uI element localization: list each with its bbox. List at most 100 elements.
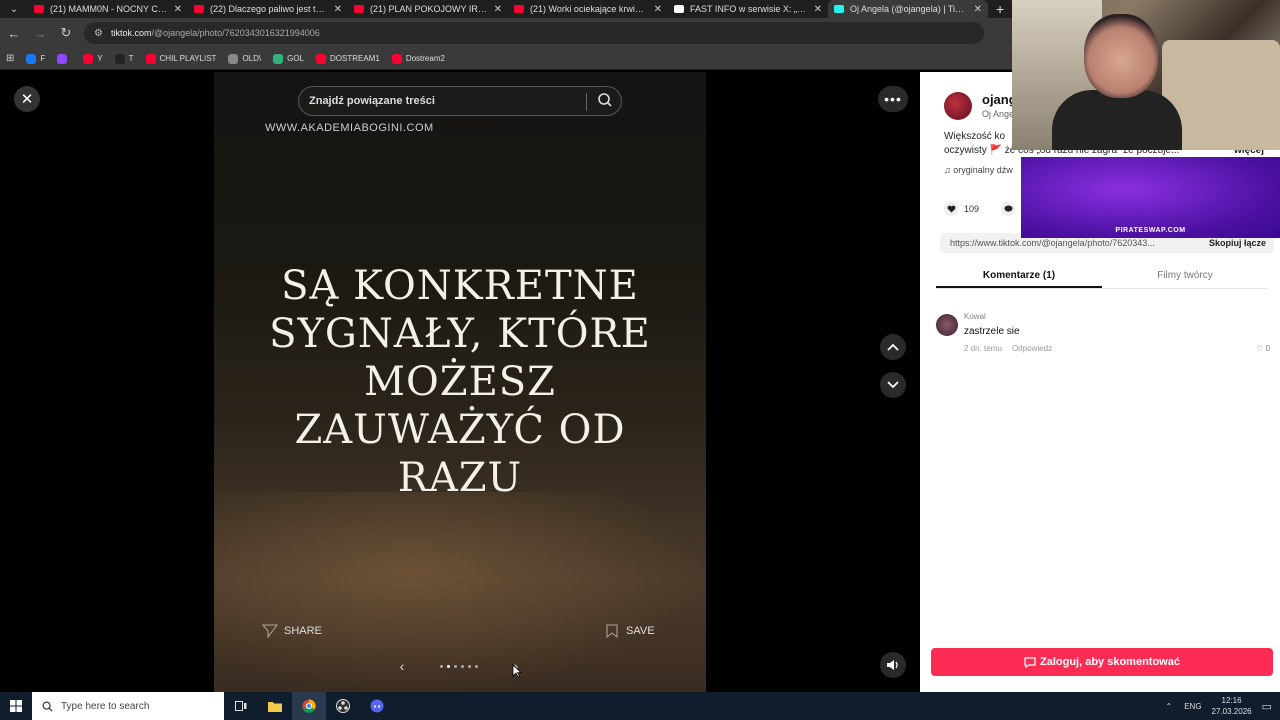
bookmark-favicon-icon	[273, 53, 284, 64]
browser-tab[interactable]: FAST INFO w serwisie X: „Minist ✕	[668, 0, 828, 18]
bookmark-item[interactable]: Dostream2	[391, 53, 445, 64]
share-link-url: https://www.tiktok.com/@ojangela/photo/7…	[950, 238, 1155, 248]
chrome-button[interactable]	[292, 692, 326, 720]
back-button[interactable]: ←	[2, 21, 26, 45]
apps-grid-icon[interactable]: ⊞	[6, 53, 14, 64]
bookmark-favicon-icon	[316, 53, 327, 64]
share-label: SHARE	[284, 625, 322, 637]
bookmark-favicon-icon	[228, 53, 239, 64]
discord-button[interactable]	[360, 692, 394, 720]
volume-button[interactable]	[880, 652, 906, 678]
bookmark-item[interactable]: DOSTREAM1	[316, 53, 380, 64]
next-post-button[interactable]	[880, 372, 906, 398]
heart-icon	[947, 205, 955, 213]
bookmark-item[interactable]: F	[26, 53, 45, 64]
photo-viewer: ✕ Znajdź powiązane treści WWW.AKADEMIABO…	[0, 72, 920, 692]
more-options-button[interactable]: •••	[878, 86, 908, 112]
commenter-name[interactable]: Kowal	[964, 312, 986, 321]
close-tab-icon[interactable]: ✕	[174, 4, 182, 15]
forward-button[interactable]: →	[28, 21, 52, 45]
language-indicator[interactable]: ENG	[1184, 702, 1201, 711]
copy-link-button[interactable]: Skopiuj łącze	[1209, 238, 1266, 248]
bookmark-item[interactable]: OLD\	[228, 53, 261, 64]
clock-date: 27.03.2026	[1211, 707, 1252, 716]
tab-favicon-icon	[514, 5, 524, 13]
close-tab-icon[interactable]: ✕	[654, 4, 662, 15]
headline-line: SYGNAŁY, KTÓRE	[269, 311, 651, 357]
task-view-button[interactable]	[224, 692, 258, 720]
share-icon	[262, 624, 278, 638]
music-link[interactable]: ♫ oryginalny dźw	[944, 165, 1013, 175]
discord-icon	[370, 699, 384, 713]
slide-dot[interactable]	[468, 664, 471, 668]
tab-favicon-icon	[354, 5, 364, 13]
bookmark-item[interactable]: Y	[83, 53, 103, 64]
file-explorer-button[interactable]	[258, 692, 292, 720]
login-to-comment-button[interactable]: Zaloguj, aby skomentować	[931, 648, 1273, 676]
reload-button[interactable]: ↻	[54, 21, 78, 45]
bookmark-item[interactable]: CHIL PLAYLIST	[145, 53, 216, 64]
comment-button[interactable]	[1001, 202, 1016, 216]
taskbar-search-input[interactable]: Type here to search	[32, 692, 224, 720]
share-button[interactable]: SHARE	[262, 624, 322, 638]
bookmark-icon	[606, 624, 618, 638]
previous-post-button[interactable]	[880, 334, 906, 360]
obs-button[interactable]	[326, 692, 360, 720]
close-tab-icon[interactable]: ✕	[974, 4, 982, 15]
tab-creator-videos[interactable]: Filmy twórcy	[1102, 260, 1268, 288]
commenter-avatar[interactable]	[936, 314, 958, 336]
address-bar[interactable]: ⚙ tiktok.com /@ojangela/photo/7620343016…	[84, 22, 984, 44]
login-to-comment-label: Zaloguj, aby skomentować	[1040, 656, 1180, 668]
notifications-icon[interactable]: ▭	[1262, 700, 1272, 713]
search-icon[interactable]	[597, 92, 613, 111]
close-tab-icon[interactable]: ✕	[494, 4, 502, 15]
mouse-cursor-icon	[512, 664, 522, 678]
slide-dot[interactable]	[454, 664, 457, 668]
slide-dot[interactable]	[447, 664, 450, 668]
comment-text: zastrzele sie	[964, 326, 1020, 337]
slide-dot[interactable]	[475, 664, 478, 668]
bookmark-item[interactable]: GOL	[273, 53, 304, 64]
chevron-up-icon	[887, 343, 899, 351]
browser-tab[interactable]: (21) Worki ociekające krwią, a w ✕	[508, 0, 668, 18]
close-tab-icon[interactable]: ✕	[334, 4, 342, 15]
browser-tab[interactable]: (21) PLAN POKOJOWY IRAN-U ✕	[348, 0, 508, 18]
related-search-input[interactable]: Znajdź powiązane treści	[298, 86, 622, 116]
browser-tab[interactable]: (22) Dlaczego paliwo jest takie ✕	[188, 0, 348, 18]
prev-slide-button[interactable]: ‹	[394, 658, 410, 674]
panel-tabs: Komentarze (1) Filmy twórcy	[936, 260, 1268, 289]
comment-like-button[interactable]: ♡ 0	[1256, 344, 1270, 353]
slide-dot[interactable]	[440, 664, 443, 668]
site-info-icon[interactable]: ⚙	[94, 28, 103, 39]
tab-search-chevron-icon[interactable]: ⌄	[0, 0, 28, 18]
like-button[interactable]	[944, 202, 958, 216]
start-button[interactable]	[0, 692, 32, 720]
browser-tab[interactable]: (21) MAMM0N - NOCNY COUN ✕	[28, 0, 188, 18]
sponsor-brand: PIRATESWAP.COM	[1115, 227, 1186, 234]
bookmark-item[interactable]: T	[114, 53, 134, 64]
clock[interactable]: 12:16 27.03.2026	[1212, 695, 1252, 717]
bookmark-label: Dostream2	[405, 54, 445, 63]
search-divider	[586, 93, 587, 111]
system-tray: ⌃ ENG 12:16 27.03.2026 ▭	[1166, 692, 1273, 720]
photo-slide[interactable]: Znajdź powiązane treści WWW.AKADEMIABOGI…	[214, 72, 706, 692]
slide-dot[interactable]	[461, 664, 464, 668]
tab-favicon-icon	[34, 5, 44, 13]
tray-chevron-up-icon[interactable]: ⌃	[1166, 702, 1173, 711]
new-tab-button[interactable]: +	[988, 1, 1012, 17]
bookmark-label: DOSTREAM1	[330, 54, 380, 63]
close-viewer-button[interactable]: ✕	[14, 86, 40, 112]
save-button[interactable]: SAVE	[606, 624, 655, 638]
tab-comments[interactable]: Komentarze (1)	[936, 260, 1102, 288]
chrome-icon	[302, 699, 316, 713]
headline-line: ZAUWAŻYĆ OD	[294, 407, 626, 453]
author-info[interactable]: ojang Oj Ange	[944, 92, 1017, 120]
bookmark-item[interactable]	[57, 53, 71, 64]
reply-button[interactable]: Odpowiedz	[1012, 344, 1052, 353]
author-avatar[interactable]	[944, 92, 972, 120]
tab-favicon-icon	[194, 5, 204, 13]
close-tab-icon[interactable]: ✕	[814, 4, 822, 15]
browser-tab[interactable]: Oj Angela (@ojangela) | TikTok ✕	[828, 0, 988, 18]
url-path: /@ojangela/photo/7620343016321994006	[151, 28, 320, 38]
bookmark-favicon-icon	[145, 53, 156, 64]
